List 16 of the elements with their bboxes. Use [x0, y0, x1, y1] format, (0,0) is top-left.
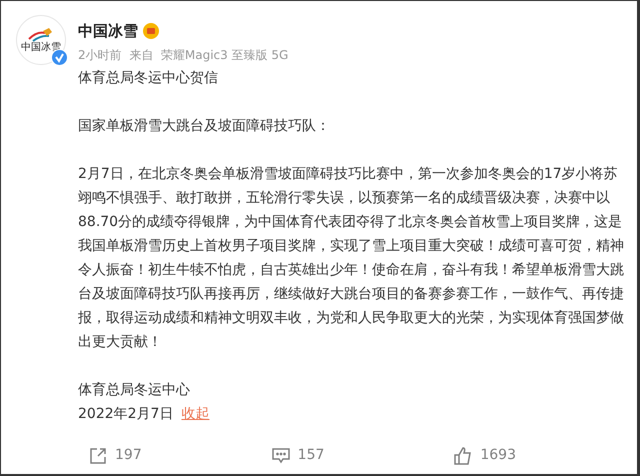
comment-icon	[272, 448, 290, 464]
share-count[interactable]: 197	[115, 445, 142, 466]
comment-count[interactable]: 157	[298, 445, 324, 466]
like-icon	[454, 446, 472, 464]
letter-paragraph: 2月7日，在北京冬奥会单板滑雪坡面障碍技巧比赛中，第一次参加冬奥会的17岁小将苏翊鸣不惧强手、敢打敢拼，五轮滑行零失误，以预赛第一名的成绩晋级决赛，决赛中以88.70分的成绩夺得银牌，为中国体育代表团夺得了北京冬奥会首枚雪上项目奖牌，这是我国单板滑雪历史上首枚男子项目奖牌，实现了雪上项目重大突破！成绩可喜可贺，精神令人振奋！初生牛犊不怕虎，自古英雄出少年！使命在肩，奋斗有我！希望单板滑雪大跳台及坡面障碍技巧队再接再厉，继续做好大跳台项目的备赛参赛工作，一鼓作气、再传捷报，取得运动成绩和精神文明双丰收，为党和人民争取更大的光荣，为实现体育强国梦做出更大贡献！	[78, 164, 625, 352]
post-title: 体育总局冬运中心贺信	[78, 68, 219, 88]
logo-icon	[27, 27, 55, 43]
greeting-text: 国家单板滑雪大跳台及坡面障碍技巧队：	[78, 116, 331, 136]
collapse-link[interactable]: 收起	[181, 402, 210, 426]
share-icon	[89, 446, 107, 464]
like-count[interactable]: 1693	[480, 445, 516, 466]
account-name[interactable]: 中国冰雪	[78, 20, 138, 42]
post-meta: 2小时前 来自 荣耀Magic3 至臻版 5G	[78, 46, 290, 64]
signature-text: 体育总局冬运中心	[78, 380, 191, 400]
post-date: 2022年2月7日	[78, 404, 174, 424]
badge-icon	[142, 22, 160, 40]
